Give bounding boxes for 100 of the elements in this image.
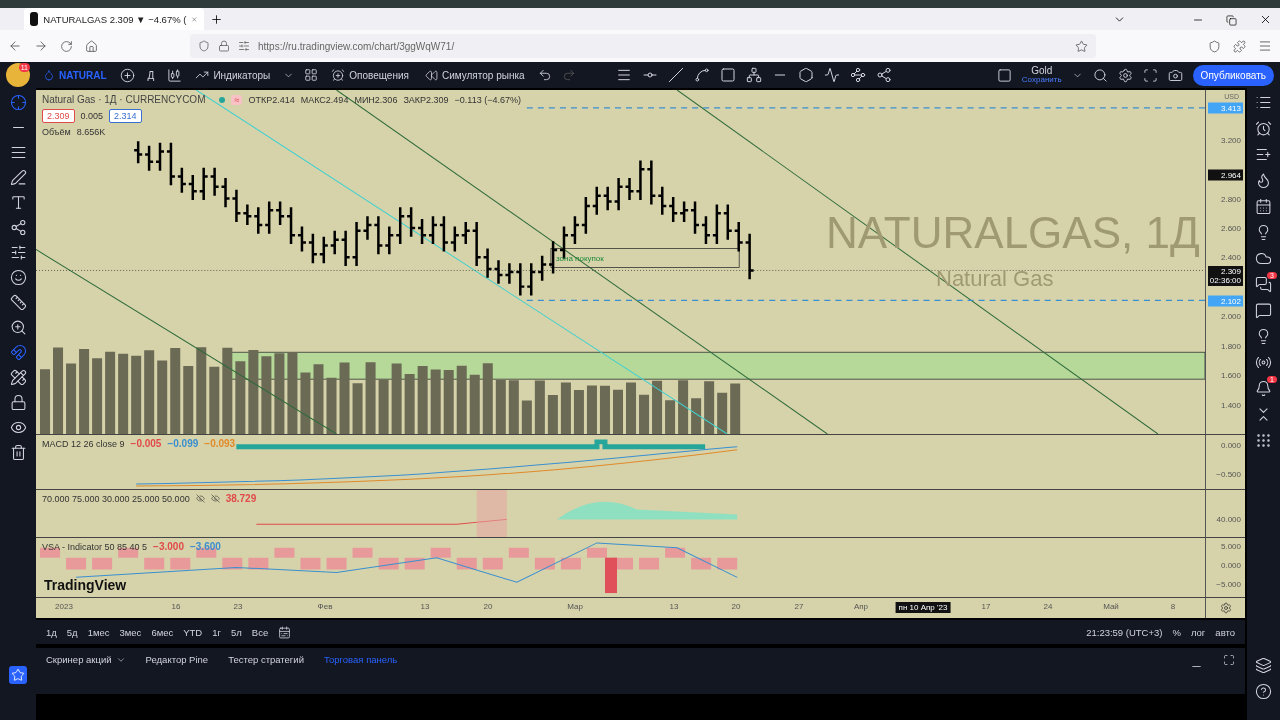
reload-icon[interactable] — [60, 39, 73, 53]
curve-icon[interactable] — [693, 67, 710, 83]
waypoints-icon[interactable] — [849, 67, 866, 83]
settings-icon[interactable] — [1117, 67, 1133, 83]
settings-icon[interactable] — [1219, 602, 1232, 614]
back-icon[interactable] — [8, 39, 22, 53]
bid-price[interactable]: 2.309 — [42, 109, 75, 123]
spread-value: 0.005 — [80, 111, 104, 121]
range-button[interactable]: 6мес — [151, 626, 174, 638]
alarm-clock-icon[interactable] — [1255, 120, 1272, 137]
add-symbol-icon[interactable] — [119, 67, 135, 83]
date-range-icon[interactable] — [278, 625, 292, 639]
alert-price-tag: 3.413 — [1208, 102, 1243, 114]
network-icon[interactable] — [745, 67, 762, 83]
layers-icon[interactable] — [1255, 657, 1272, 674]
ruler-icon[interactable] — [9, 294, 27, 311]
scale-button[interactable]: лог — [1190, 626, 1206, 638]
crosshair-price-tag: 2.964 — [1208, 169, 1243, 181]
extensions-icon[interactable] — [1233, 39, 1246, 53]
range-button[interactable]: 5д — [66, 626, 78, 638]
time-tick: 13 — [420, 602, 430, 611]
sliders-icon[interactable] — [9, 244, 27, 261]
rectangle-icon[interactable] — [719, 67, 736, 83]
scale-button[interactable]: % — [1172, 626, 1181, 638]
camera-icon[interactable] — [1167, 67, 1183, 83]
lines-icon[interactable] — [615, 67, 632, 83]
indicator-title[interactable]: VSA - Indicator 50 85 40 5 — [42, 541, 148, 552]
close-icon[interactable] — [1259, 13, 1272, 26]
alerts-button[interactable]: Оповещения — [328, 66, 412, 84]
slash-icon[interactable] — [667, 67, 684, 83]
name-watermark: Natural Gas — [936, 266, 1054, 292]
price-tick: 1.400 — [1220, 400, 1241, 410]
panel-tab[interactable]: Торговая панель — [323, 654, 398, 665]
pattern-icon[interactable] — [9, 219, 27, 236]
clock[interactable]: 21:23:59 (UTC+3) — [1086, 626, 1163, 638]
site-logo-icon — [30, 12, 39, 26]
star-icon[interactable] — [9, 666, 27, 684]
templates-icon[interactable] — [304, 68, 319, 82]
crosshair-icon[interactable] — [9, 94, 27, 111]
lines-icon[interactable] — [9, 144, 27, 161]
restore-icon[interactable] — [1226, 15, 1237, 26]
interval-button[interactable]: Д — [144, 67, 158, 83]
range-button[interactable]: YTD — [183, 626, 203, 638]
bookmark-star-icon[interactable] — [1075, 39, 1088, 53]
zoom-in-icon[interactable] — [9, 319, 27, 336]
smile-icon[interactable] — [9, 269, 27, 286]
layout-name[interactable]: Gold Сохранить — [1021, 66, 1062, 84]
search-icon[interactable] — [1092, 67, 1108, 83]
scale-button[interactable]: авто — [1215, 626, 1235, 638]
lock-icon[interactable] — [9, 394, 27, 411]
market-open-dot — [219, 96, 226, 103]
home-icon[interactable] — [85, 39, 98, 53]
magnet-icon[interactable] — [9, 344, 27, 361]
square-icon[interactable] — [996, 67, 1012, 83]
grip-icon[interactable] — [1255, 432, 1272, 449]
range-button[interactable]: 3мес — [119, 626, 142, 638]
browser-tab[interactable]: NATURALGAS 2.309 ▼ −4.67% ( — [24, 8, 204, 30]
bar-style-icon[interactable] — [167, 67, 183, 83]
range-button[interactable]: Все — [251, 626, 269, 638]
zigzag-icon[interactable] — [823, 67, 840, 83]
range-button[interactable]: 1д — [46, 626, 57, 638]
new-tab-icon[interactable] — [210, 13, 223, 26]
text-icon[interactable] — [9, 194, 27, 211]
watchlist-icon[interactable] — [1255, 94, 1272, 111]
undo-icon[interactable] — [537, 68, 552, 82]
bell-icon[interactable] — [1255, 380, 1272, 397]
replay-button[interactable]: Симулятор рынка — [421, 66, 528, 84]
panel-tab[interactable]: Скринер акций — [46, 654, 126, 665]
message-icon[interactable] — [1255, 302, 1272, 319]
cloud-icon[interactable] — [1255, 250, 1272, 267]
list-plus-icon[interactable] — [1255, 146, 1272, 163]
maximize-icon[interactable] — [1223, 654, 1235, 666]
pen-icon[interactable] — [9, 169, 27, 186]
symbol-title[interactable]: Natural Gas · 1Д · CURRENCYCOM — [42, 94, 206, 105]
flame-icon[interactable] — [1255, 172, 1272, 189]
address-bar[interactable]: https://ru.tradingview.com/chart/3ggWqW71/ — [190, 34, 1096, 58]
indicator-title[interactable]: MACD 12 26 close 9 — [42, 438, 125, 449]
range-button[interactable]: 5л — [231, 626, 242, 638]
time-tick: 24 — [1043, 602, 1053, 611]
forward-icon[interactable] — [34, 39, 48, 53]
publish-button[interactable]: Опубликовать — [1192, 64, 1274, 86]
pattern-icon[interactable] — [875, 67, 892, 83]
calendar-icon[interactable] — [1255, 198, 1272, 215]
rewind-icon — [424, 68, 438, 82]
indicator-value: −0.099 — [167, 438, 199, 449]
range-button[interactable]: 1мес — [87, 626, 110, 638]
hexagon-icon[interactable] — [797, 67, 814, 83]
fullscreen-icon[interactable] — [1142, 67, 1158, 83]
range-button[interactable]: 1г — [212, 626, 221, 638]
trash-icon[interactable] — [9, 444, 27, 461]
chat-icon[interactable] — [1255, 276, 1272, 293]
help-icon[interactable] — [1255, 683, 1272, 700]
symbol-button[interactable]: NATURAL — [40, 67, 110, 83]
panel-tab[interactable]: Тестер стратегий — [228, 654, 304, 665]
ask-price[interactable]: 2.314 — [109, 109, 142, 123]
panel-tab[interactable]: Редактор Pine — [145, 654, 209, 665]
broadcast-icon[interactable] — [1255, 354, 1272, 371]
eye-icon[interactable] — [9, 419, 27, 436]
indicators-button[interactable]: Индикаторы — [192, 66, 274, 84]
pencil-ruler-icon[interactable] — [9, 369, 27, 386]
